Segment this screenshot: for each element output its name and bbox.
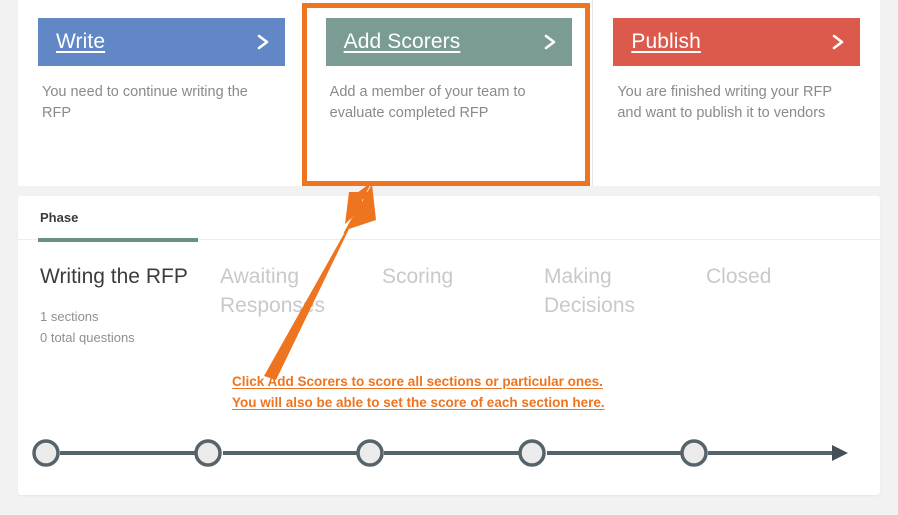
phase-column-closed[interactable]: Closed [684,262,846,348]
phase-label: Making Decisions [544,265,636,318]
annotation-line-2: You will also be able to set the score o… [232,394,605,410]
timeline-node [194,439,222,467]
phase-meta-sections: 1 sections [40,309,99,325]
action-card-write[interactable]: Write You need to continue writing the R… [18,0,305,186]
phase-tabbar: Phase [18,196,880,240]
card-description-write: You need to continue writing the RFP [42,84,248,122]
active-phase-underline [38,238,198,242]
card-title-write: Write [56,30,106,53]
phase-panel: Phase Writing the RFP 1 sections 0 total… [18,196,880,495]
chevron-right-icon[interactable] [256,32,271,52]
card-header-write[interactable]: Write [38,18,285,66]
annotation-text: Click Add Scorers to score all sections … [232,372,662,414]
phase-column-scoring[interactable]: Scoring [360,262,522,348]
timeline-node [32,439,60,467]
action-cards-panel: Write You need to continue writing the R… [18,0,881,186]
phase-label: Awaiting Responses [220,265,326,318]
action-card-add-scorers[interactable]: Add Scorers Add a member of your team to… [304,0,593,186]
annotation-line-1: Click Add Scorers to score all sections … [232,374,603,389]
phase-column-writing-the-rfp[interactable]: Writing the RFP 1 sections 0 total quest… [18,262,198,348]
phase-label: Writing the RFP [40,265,188,288]
timeline-node [518,439,546,467]
card-title-add-scorers: Add Scorers [343,30,461,53]
phase-column-making-decisions[interactable]: Making Decisions [522,262,684,348]
phase-label: Scoring [382,265,454,288]
card-header-publish[interactable]: Publish [613,18,861,66]
card-description-publish: You are finished writing your RFP and wa… [617,84,832,122]
chevron-right-icon[interactable] [543,32,558,52]
chevron-right-icon[interactable] [831,32,846,52]
tab-phase[interactable]: Phase [40,210,78,225]
action-card-publish[interactable]: Publish You are finished writing your RF… [592,0,881,186]
phase-meta-questions: 0 total questions [40,329,135,345]
card-title-publish: Publish [631,30,701,53]
card-header-add-scorers[interactable]: Add Scorers [325,18,573,66]
phase-meta: 1 sections 0 total questions [40,307,198,347]
phase-label: Closed [706,265,772,288]
phase-columns: Writing the RFP 1 sections 0 total quest… [18,240,880,348]
phase-column-awaiting-responses[interactable]: Awaiting Responses [198,262,360,348]
timeline-node [356,439,384,467]
phase-timeline [18,428,880,478]
card-description-add-scorers: Add a member of your team to evaluate co… [329,84,526,122]
timeline-node [680,439,708,467]
